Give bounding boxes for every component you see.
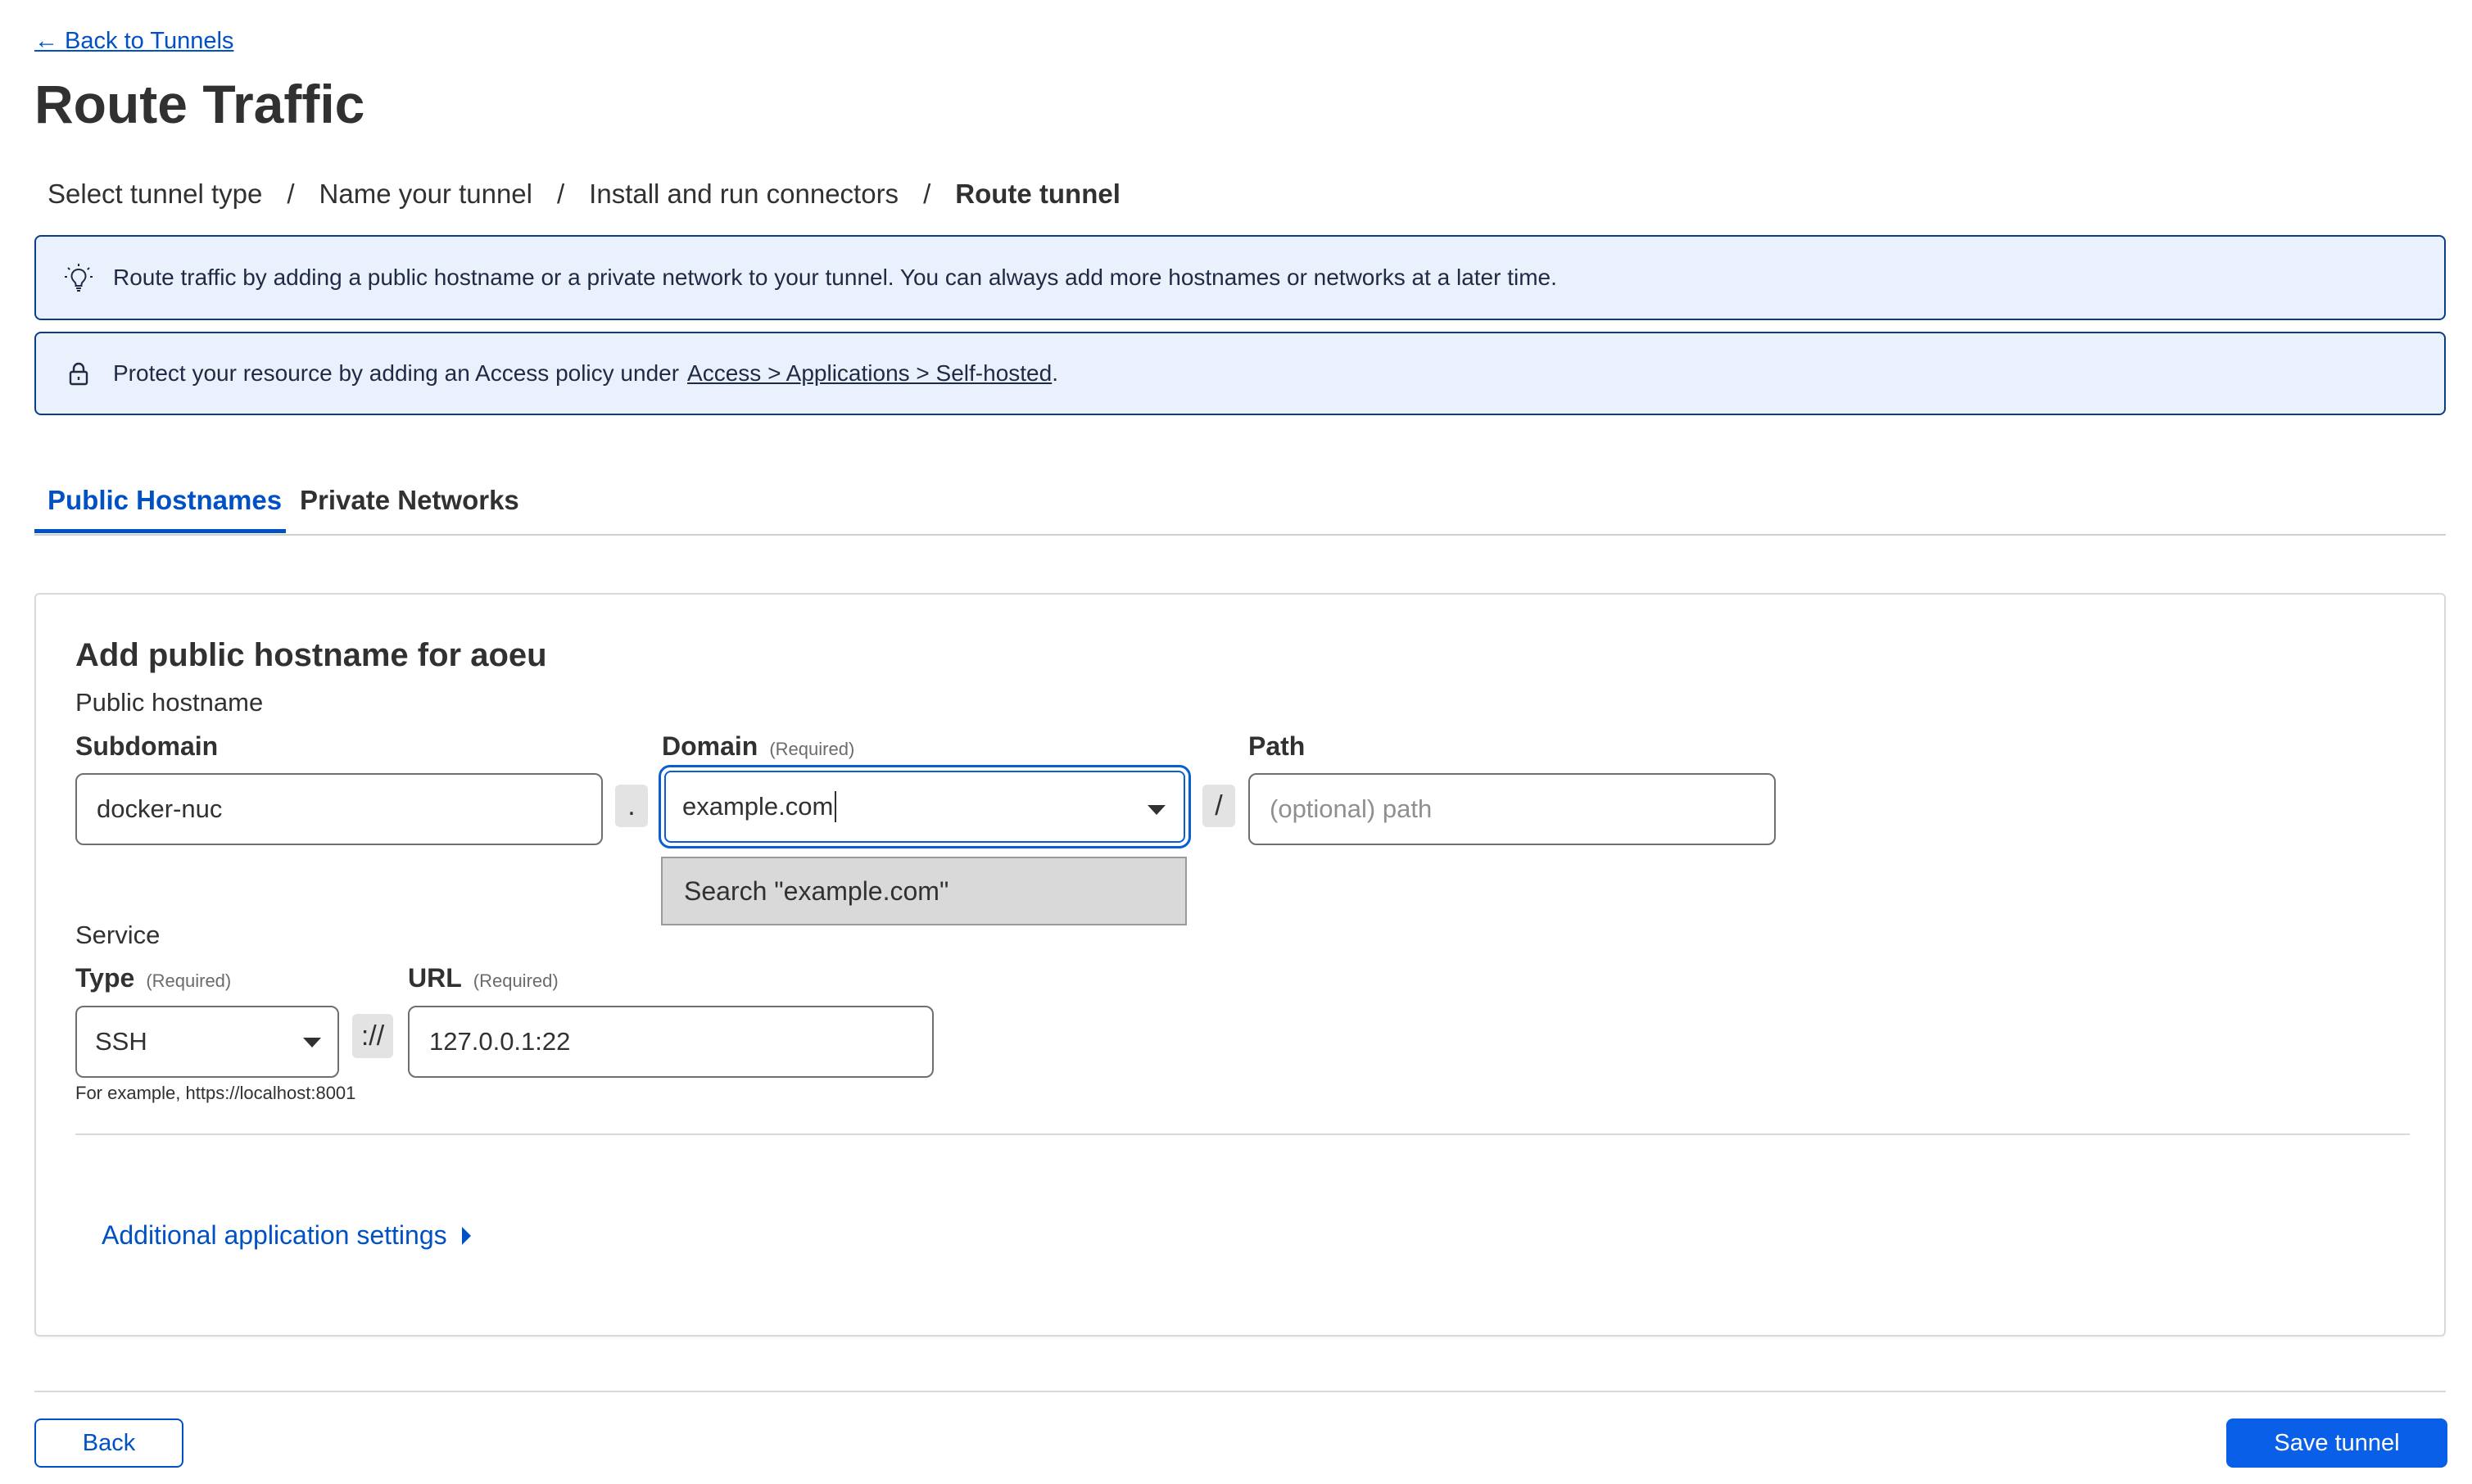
service-label: Service: [75, 921, 161, 949]
tab-public-hostnames[interactable]: Public Hostnames: [48, 485, 282, 516]
breadcrumb-separator: /: [557, 179, 565, 209]
scheme-separator: ://: [352, 1014, 393, 1058]
url-required-hint: (Required): [473, 970, 559, 991]
breadcrumb-step-route-tunnel: Route tunnel: [955, 179, 1121, 209]
domain-combobox[interactable]: example.com: [664, 771, 1185, 843]
breadcrumb-step-name-tunnel: Name your tunnel: [319, 179, 532, 209]
chevron-right-icon[interactable]: [461, 1226, 471, 1245]
page-title: Route Traffic: [34, 74, 365, 134]
domain-label: Domain (Required): [662, 731, 854, 762]
service-type-value[interactable]: SSH: [95, 1027, 147, 1056]
back-to-tunnels-link[interactable]: ← Back to Tunnels: [34, 28, 233, 55]
tab-private-networks[interactable]: Private Networks: [300, 485, 519, 516]
access-applications-link[interactable]: Access > Applications > Self-hosted: [687, 360, 1052, 387]
breadcrumb: Select tunnel type / Name your tunnel / …: [48, 179, 1121, 210]
card-divider: [75, 1133, 2410, 1135]
additional-settings-toggle[interactable]: Additional application settings: [102, 1220, 471, 1251]
additional-settings-label[interactable]: Additional application settings: [102, 1220, 447, 1251]
info-banner: Route traffic by adding a public hostnam…: [34, 235, 2446, 320]
domain-value[interactable]: example.com: [682, 792, 833, 821]
back-button[interactable]: Back: [34, 1418, 183, 1468]
lock-icon: [61, 355, 97, 391]
lightbulb-icon: [61, 260, 97, 296]
text-cursor: [835, 791, 837, 822]
slash-separator: /: [1202, 785, 1235, 827]
url-label: URL (Required): [408, 963, 559, 993]
save-tunnel-button[interactable]: Save tunnel: [2226, 1418, 2447, 1468]
breadcrumb-separator: /: [287, 179, 295, 209]
breadcrumb-separator: /: [923, 179, 931, 209]
path-label: Path: [1248, 731, 1306, 761]
domain-required-hint: (Required): [769, 739, 855, 759]
type-label-text: Type: [75, 963, 135, 993]
active-tab-indicator: [34, 529, 286, 533]
form-title: Add public hostname for aoeu: [75, 637, 547, 673]
breadcrumb-step-install-connectors: Install and run connectors: [589, 179, 899, 209]
dot-separator: .: [615, 785, 648, 827]
access-banner-text: Protect your resource by adding an Acces…: [113, 360, 680, 386]
chevron-down-icon[interactable]: [303, 1038, 321, 1047]
domain-label-text: Domain: [662, 731, 758, 761]
subdomain-input[interactable]: [75, 773, 603, 845]
info-banner-text: Route traffic by adding a public hostnam…: [113, 265, 1557, 290]
url-input[interactable]: [408, 1006, 934, 1078]
tab-bar: Public Hostnames Private Networks: [34, 475, 2446, 536]
type-required-hint: (Required): [146, 970, 232, 991]
domain-menu-option-search[interactable]: Search "example.com": [661, 857, 1187, 925]
chevron-down-icon[interactable]: [1148, 805, 1166, 815]
breadcrumb-step-select-type: Select tunnel type: [48, 179, 263, 209]
service-type-select[interactable]: SSH: [75, 1006, 339, 1078]
type-label: Type (Required): [75, 963, 231, 993]
access-banner-suffix: .: [1052, 360, 1058, 386]
footer-divider: [34, 1391, 2446, 1392]
public-hostname-label: Public hostname: [75, 688, 264, 717]
url-example-hint: For example, https://localhost:8001: [75, 1083, 356, 1103]
domain-select[interactable]: example.com: [659, 765, 1191, 848]
subdomain-label: Subdomain: [75, 731, 219, 761]
access-banner: Protect your resource by adding an Acces…: [34, 332, 2446, 415]
path-input[interactable]: [1248, 773, 1776, 845]
url-label-text: URL: [408, 963, 462, 993]
